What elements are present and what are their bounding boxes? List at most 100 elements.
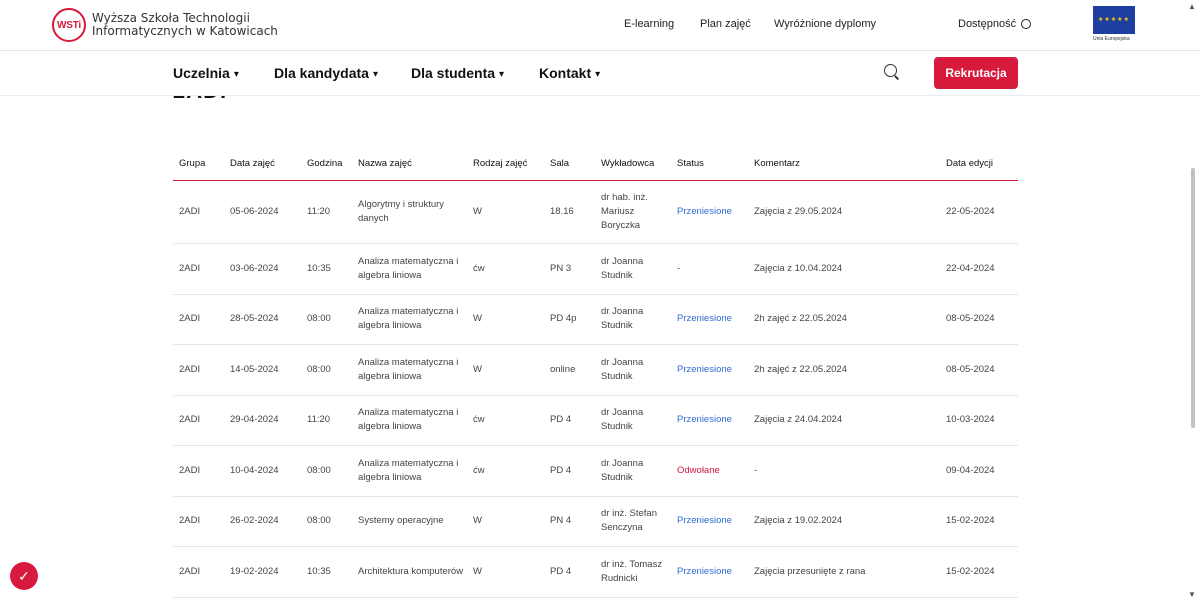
search-icon[interactable]	[884, 64, 897, 77]
table-row: 2ADI 10-04-2024 08:00 Analiza matematyczna …	[173, 446, 1018, 497]
accessibility-widget-icon[interactable]: ✓	[10, 562, 38, 590]
cell-sala: PD 4	[550, 464, 572, 476]
logo-text: Wyższa Szkoła Technologii Informatycznyc…	[92, 12, 278, 38]
table-row: 2ADI 14-05-2024 08:00 Analiza matematyczna …	[173, 345, 1018, 396]
table-row: 2ADI 26-02-2024 08:00 Systemy operacyjne W PN…	[173, 497, 1018, 547]
cell-status: Przeniesione	[677, 565, 732, 577]
th-wykladowca: Wykładowca	[601, 158, 655, 169]
cell-komentarz: Zajęcia z 29.05.2024	[754, 206, 843, 217]
cell-godzina: 08:00	[307, 515, 331, 527]
cell-komentarz: -	[754, 464, 758, 476]
cell-grupa: 2ADI	[179, 313, 201, 325]
cell-data-zajec: 26-02-2024	[230, 515, 279, 527]
cell-nazwa: Algorytmy i struktury danych	[358, 199, 445, 224]
table-row: 2ADI 29-04-2024 11:20 Analiza matematyczna …	[173, 396, 1018, 446]
nav-item-kontakt[interactable]: Kontakt ▾	[539, 65, 600, 81]
scroll-down-icon[interactable]: ▼	[1188, 590, 1196, 599]
cell-nazwa: Analiza matematyczna i algebra liniowa	[358, 255, 459, 281]
cell-godzina: 10:35	[307, 565, 331, 577]
table-row: 2ADI 03-06-2024 10:35 Analiza matematyczna …	[173, 244, 1018, 295]
chevron-down-icon: ▾	[372, 69, 378, 80]
th-rodzaj: Rodzaj zajęć	[473, 158, 528, 169]
cell-nazwa: Analiza matematyczna i algebra liniowa	[358, 306, 459, 332]
cell-data-edycji: 22-05-2024	[946, 206, 995, 217]
eu-label: Unia Europejska	[1093, 36, 1130, 42]
cell-nazwa: Systemy operacyjne	[358, 515, 444, 527]
cell-rodzaj: W	[473, 515, 482, 527]
top-link-diplomas[interactable]: Wyróżnione dyplomy	[774, 18, 876, 30]
table-header: Grupa Data zajęć Godzina Nazwa zajęć Rod…	[173, 146, 1018, 181]
cell-data-edycji: 08-05-2024	[946, 313, 995, 325]
nav-item-label: Dla studenta	[411, 65, 496, 81]
cell-rodzaj: W	[473, 313, 482, 325]
cell-data-zajec: 05-06-2024	[230, 206, 279, 217]
th-nazwa: Nazwa zajęć	[358, 158, 412, 169]
scrollbar[interactable]: ▲ ▼	[1188, 0, 1198, 601]
cell-data-zajec: 03-06-2024	[230, 262, 279, 274]
logo-mark: WSTi	[52, 8, 86, 42]
cell-wykladowca: dr Joanna Studnik	[601, 306, 644, 332]
eu-logo: ★★★★★ Unia Europejska	[1093, 6, 1135, 42]
logo[interactable]: WSTi Wyższa Szkoła Technologii Informaty…	[52, 8, 278, 42]
main-nav: Uczelnia ▾ Dla kandydata ▾ Dla studenta ▾ K…	[0, 51, 1200, 96]
top-link-elearning[interactable]: E-learning	[624, 18, 674, 30]
nav-item-label: Dla kandydata	[274, 65, 369, 81]
cell-sala: PD 4	[550, 414, 572, 426]
scroll-thumb[interactable]	[1191, 168, 1195, 428]
cell-godzina: 11:20	[307, 206, 331, 217]
eu-flag-icon: ★★★★★	[1093, 6, 1135, 34]
th-grupa: Grupa	[179, 158, 206, 169]
cell-status: Przeniesione	[677, 515, 732, 527]
cell-rodzaj: ćw	[473, 262, 485, 274]
cell-komentarz: 2h zajęć z 22.05.2024	[754, 313, 847, 325]
cell-data-edycji: 22-04-2024	[946, 262, 995, 274]
recruitment-button[interactable]: Rekrutacja	[934, 57, 1018, 89]
cell-sala: online	[550, 363, 576, 375]
cell-komentarz: Zajęcia przesunięte z rana	[754, 565, 866, 577]
cell-wykladowca: dr Joanna Studnik	[601, 255, 644, 281]
cell-status: Przeniesione	[677, 414, 732, 426]
cell-data-zajec: 14-05-2024	[230, 363, 279, 375]
cell-data-zajec: 28-05-2024	[230, 313, 279, 325]
cell-godzina: 08:00	[307, 313, 331, 325]
chevron-down-icon: ▾	[499, 69, 505, 80]
cell-nazwa: Analiza matematyczna i algebra liniowa	[358, 457, 459, 483]
cell-sala: PN 4	[550, 515, 572, 527]
cell-grupa: 2ADI	[179, 206, 201, 217]
cell-data-edycji: 10-03-2024	[946, 414, 995, 426]
cell-godzina: 08:00	[307, 363, 331, 375]
nav-item-label: Uczelnia	[173, 65, 230, 81]
cell-grupa: 2ADI	[179, 464, 201, 476]
nav-item-label: Kontakt	[539, 65, 592, 81]
scroll-up-icon[interactable]: ▲	[1188, 2, 1196, 11]
nav-item-dla-kandydata[interactable]: Dla kandydata ▾	[274, 65, 378, 81]
cell-komentarz: Zajęcia z 19.02.2024	[754, 515, 843, 527]
cell-status: Odwołane	[677, 464, 720, 476]
cell-grupa: 2ADI	[179, 262, 201, 274]
cell-status: -	[677, 262, 681, 274]
top-link-plan[interactable]: Plan zajęć	[700, 18, 751, 30]
th-godzina: Godzina	[307, 158, 343, 169]
cell-data-zajec: 29-04-2024	[230, 414, 279, 426]
cell-nazwa: Architektura komputerów	[358, 565, 464, 577]
cell-komentarz: Zajęcia z 24.04.2024	[754, 414, 843, 426]
cell-sala: 18.16	[550, 206, 574, 217]
cell-data-edycji: 09-04-2024	[946, 464, 995, 476]
cell-komentarz: 2h zajęć z 22.05.2024	[754, 363, 847, 375]
cell-sala: PD 4	[550, 565, 572, 577]
cell-grupa: 2ADI	[179, 515, 201, 527]
cell-status: Przeniesione	[677, 313, 732, 325]
nav-item-dla-studenta[interactable]: Dla studenta ▾	[411, 65, 504, 81]
th-komentarz: Komentarz	[754, 158, 800, 169]
cell-wykladowca: dr Joanna Studnik	[601, 457, 644, 483]
nav-item-uczelnia[interactable]: Uczelnia ▾	[173, 65, 239, 81]
cell-godzina: 11:20	[307, 414, 331, 426]
cell-grupa: 2ADI	[179, 414, 201, 426]
cell-data-zajec: 19-02-2024	[230, 565, 279, 577]
cell-nazwa: Analiza matematyczna i algebra liniowa	[358, 356, 459, 382]
accessibility-toggle[interactable]: Dostępność	[958, 18, 1032, 30]
schedule-table: Grupa Data zajęć Godzina Nazwa zajęć Rod…	[173, 146, 1018, 598]
th-data-edycji: Data edycji	[946, 158, 993, 169]
logo-line-2: Informatycznych w Katowicach	[92, 24, 278, 38]
cell-komentarz: Zajęcia z 10.04.2024	[754, 262, 843, 274]
